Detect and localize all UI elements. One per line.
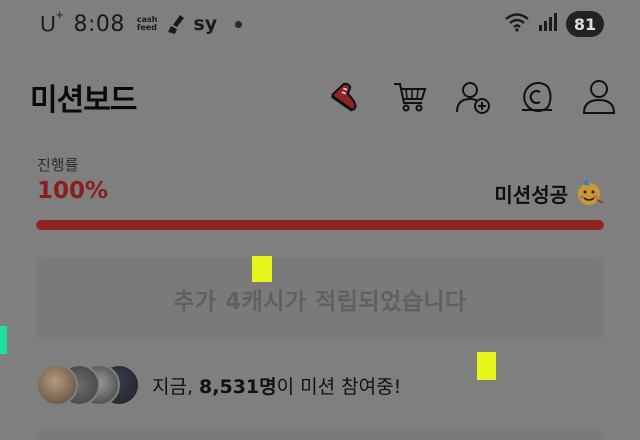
notification-dot: [235, 20, 243, 28]
status-sy: sy: [193, 13, 218, 35]
mission-status: 미션성공: [494, 178, 604, 208]
sneaker-icon[interactable]: [328, 78, 366, 116]
page-title: 미션보드: [30, 83, 137, 118]
progress-percent: 100%: [37, 178, 109, 204]
status-bar: U+ 8:08 cash feed sy 81: [0, 0, 640, 48]
reward-message-box[interactable]: 추가 4캐시가 적립되었습니다: [36, 258, 604, 340]
party-face-icon: [574, 178, 604, 208]
cart-icon[interactable]: [391, 78, 429, 116]
signal-icon: [538, 13, 558, 35]
carrier-label: U+: [40, 6, 64, 37]
coin-icon[interactable]: [517, 78, 555, 116]
participants-text: 지금, 8,531명이 미션 참여중!: [152, 375, 402, 398]
highlight-marker: [252, 256, 272, 282]
add-user-icon[interactable]: [454, 78, 492, 116]
participants-count: 8,531명: [199, 375, 277, 398]
highlight-marker: [477, 352, 496, 380]
avatar-stack: [36, 364, 140, 406]
profile-icon[interactable]: [580, 78, 618, 116]
participants-row: 지금, 8,531명이 미션 참여중!: [36, 364, 401, 406]
avatar: [36, 364, 78, 406]
clean-icon: [166, 13, 188, 35]
reward-message: 추가 4캐시가 적립되었습니다: [173, 289, 467, 315]
mission-status-text: 미션성공: [494, 182, 568, 207]
app-header: 미션보드: [30, 72, 618, 122]
clock: 8:08: [73, 11, 125, 37]
progress-bar-fill: [36, 220, 604, 230]
cashfeed-logo: cash feed: [136, 15, 158, 32]
progress-label: 진행률: [37, 156, 79, 174]
progress-bar: [36, 220, 604, 230]
edge-marker: [0, 326, 7, 354]
mission-card[interactable]: [36, 428, 604, 440]
wifi-icon: [504, 12, 530, 36]
battery-icon: 81: [566, 11, 604, 37]
